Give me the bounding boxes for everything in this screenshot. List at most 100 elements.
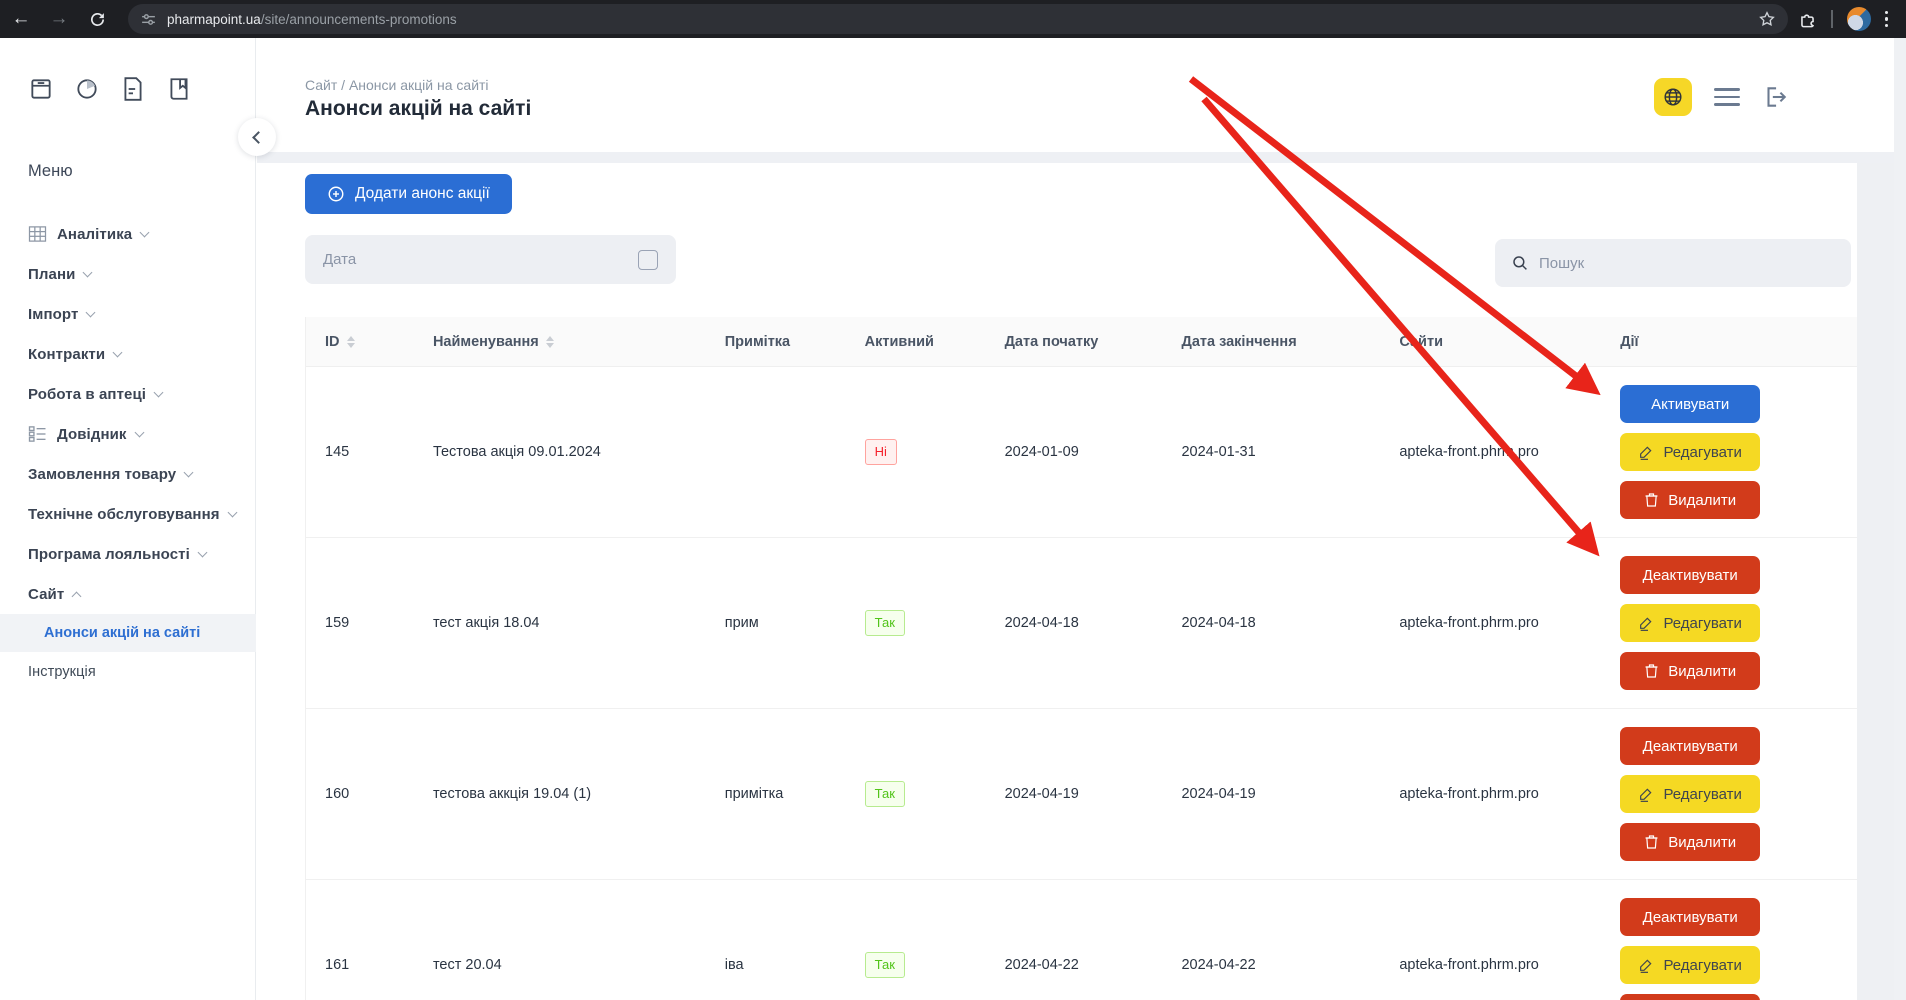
delete-button[interactable]: Видалити (1620, 652, 1760, 690)
cell-start-date: 2024-01-09 (986, 367, 1163, 537)
bookmark-star-icon[interactable] (1758, 10, 1776, 28)
column-header: Дата початку (986, 334, 1163, 350)
reload-icon (89, 11, 106, 28)
site-settings-icon[interactable] (140, 11, 157, 28)
pencil-icon (1638, 444, 1654, 460)
plus-circle-icon (327, 185, 345, 203)
status-badge: Так (865, 781, 905, 807)
edit-button[interactable]: Редагувати (1620, 946, 1760, 984)
chevron-down-icon (113, 347, 123, 357)
sort-icon[interactable] (347, 336, 355, 348)
profile-avatar[interactable] (1847, 7, 1871, 31)
column-header[interactable]: ID (306, 334, 414, 350)
edit-button[interactable]: Редагувати (1620, 775, 1760, 813)
logout-icon[interactable] (1762, 84, 1788, 110)
delete-button[interactable]: Видалити (1620, 823, 1760, 861)
sidebar-subitem-announcements-active[interactable]: Анонси акцій на сайті (0, 614, 256, 652)
pie-chart-icon[interactable] (72, 74, 102, 104)
status-badge: Так (865, 952, 905, 978)
sidebar-top-icons (26, 74, 194, 104)
sidebar-item-10[interactable]: Сайт (0, 574, 256, 614)
browser-reload-button[interactable] (80, 2, 114, 36)
document-icon[interactable] (118, 74, 148, 104)
cell-id: 145 (306, 367, 414, 537)
sidebar-item-label: Імпорт (28, 306, 78, 323)
sidebar-item-1[interactable]: Аналітика (0, 214, 256, 254)
content-right-gutter (1857, 163, 1894, 1000)
sidebar-item-instruction[interactable]: Інструкція (0, 652, 256, 692)
sidebar-menu: АналітикаПлани Імпорт КонтрактиРобота в ап… (0, 214, 256, 692)
column-header-label: Примітка (725, 334, 790, 350)
delete-button[interactable]: Видалити (1620, 481, 1760, 519)
browser-back-button[interactable]: ← (4, 2, 38, 36)
browser-address-bar[interactable]: pharmapoint.ua/site/announcements-promot… (128, 4, 1788, 34)
column-header-label: Активний (865, 334, 934, 350)
menu-toggle-icon[interactable] (1714, 88, 1740, 106)
sidebar-item-9[interactable]: Програма лояльності (0, 534, 256, 574)
cell-start-date: 2024-04-19 (986, 709, 1163, 879)
column-header[interactable]: Найменування (414, 334, 706, 350)
browser-forward-button[interactable]: → (42, 2, 76, 36)
extensions-icon[interactable] (1798, 10, 1817, 29)
add-announcement-button[interactable]: Додати анонс акції (305, 174, 512, 214)
browser-toolbar: ← → pharmapoint.ua/site/announcements-pr… (0, 0, 1906, 38)
button-label: Редагувати (1663, 786, 1742, 803)
column-header-label: Дата закінчення (1181, 334, 1296, 350)
column-header-label: Дата початку (1005, 334, 1099, 350)
cell-start-date: 2024-04-18 (986, 538, 1163, 708)
button-label: Деактивувати (1643, 909, 1738, 926)
archive-icon[interactable] (26, 74, 56, 104)
delete-button[interactable]: Видалити (1620, 994, 1760, 1000)
book-icon[interactable] (164, 74, 194, 104)
button-label: Видалити (1668, 492, 1736, 509)
date-filter-input[interactable]: Дата (305, 235, 676, 284)
sidebar-item-7[interactable]: Замовлення товару (0, 454, 256, 494)
cell-site: apteka-front.phrm.pro (1380, 880, 1620, 1000)
sidebar-item-8[interactable]: Технічне обслуговування (0, 494, 256, 534)
chevron-up-icon (72, 591, 82, 601)
deactivate-button[interactable]: Деактивувати (1620, 556, 1760, 594)
cell-end-date: 2024-04-19 (1162, 709, 1380, 879)
table-row: 145Тестова акція 09.01.2024Ні2024-01-092… (306, 367, 1857, 538)
column-header: Примітка (706, 334, 846, 350)
cell-active: Так (846, 880, 986, 1000)
button-label: Видалити (1668, 834, 1736, 851)
browser-menu-icon[interactable] (1885, 11, 1889, 28)
page-scrollbar[interactable] (1894, 38, 1906, 1000)
cell-active: Так (846, 538, 986, 708)
column-header-label: ID (325, 334, 340, 350)
cell-actions: Деактивувати Редагувати Видалити (1620, 538, 1857, 708)
cell-name: тест 20.04 (414, 880, 706, 1000)
edit-button[interactable]: Редагувати (1620, 604, 1760, 642)
activate-button[interactable]: Активувати (1620, 385, 1760, 423)
toolbar-separator (1831, 10, 1833, 28)
search-icon (1511, 254, 1529, 272)
chevron-down-icon (86, 307, 96, 317)
sidebar-item-4[interactable]: Контракти (0, 334, 256, 374)
cell-note: іва (706, 880, 846, 1000)
column-header: Активний (846, 334, 986, 350)
language-globe-button[interactable] (1654, 78, 1692, 116)
sidebar-item-label: Технічне обслуговування (28, 506, 220, 523)
sidebar-item-5[interactable]: Робота в аптеці (0, 374, 256, 414)
sidebar-item-2[interactable]: Плани (0, 254, 256, 294)
cell-active: Ні (846, 367, 986, 537)
sidebar-item-3[interactable]: Імпорт (0, 294, 256, 334)
sidebar-item-label: Інструкція (28, 664, 96, 680)
sidebar: Меню АналітикаПланиІмпортКонтрактиРобота… (0, 38, 256, 1000)
sidebar-collapse-button[interactable] (238, 118, 276, 156)
table-body: 145Тестова акція 09.01.2024Ні2024-01-092… (306, 367, 1857, 1000)
sort-icon[interactable] (546, 336, 554, 348)
button-label: Деактивувати (1643, 567, 1738, 584)
deactivate-button[interactable]: Деактивувати (1620, 727, 1760, 765)
deactivate-button[interactable]: Деактивувати (1620, 898, 1760, 936)
cell-end-date: 2024-01-31 (1162, 367, 1380, 537)
edit-button[interactable]: Редагувати (1620, 433, 1760, 471)
cell-active: Так (846, 709, 986, 879)
button-label: Редагувати (1663, 615, 1742, 632)
status-badge: Ні (865, 439, 897, 465)
column-header-label: Сайти (1399, 334, 1443, 350)
search-input[interactable]: Пошук (1495, 239, 1851, 287)
column-header: Дії (1620, 316, 1857, 368)
sidebar-item-6[interactable]: Довідник (0, 414, 256, 454)
